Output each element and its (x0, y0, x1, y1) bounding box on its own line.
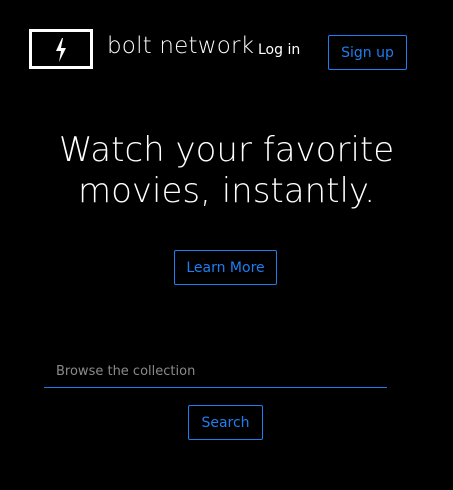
lightning-bolt-icon (56, 38, 66, 62)
signup-button[interactable]: Sign up (328, 35, 407, 70)
brand-name: bolt network (107, 33, 255, 59)
hero-line-2: movies, instantly. (77, 171, 376, 211)
hero-line-1: Watch your favorite (58, 130, 395, 170)
search-button[interactable]: Search (188, 405, 263, 440)
hero-heading: Watch your favorite movies, instantly. (0, 130, 453, 212)
search-input[interactable] (44, 356, 387, 388)
logo[interactable] (29, 29, 93, 69)
learn-more-button[interactable]: Learn More (174, 250, 277, 285)
login-link[interactable]: Log in (258, 42, 300, 58)
